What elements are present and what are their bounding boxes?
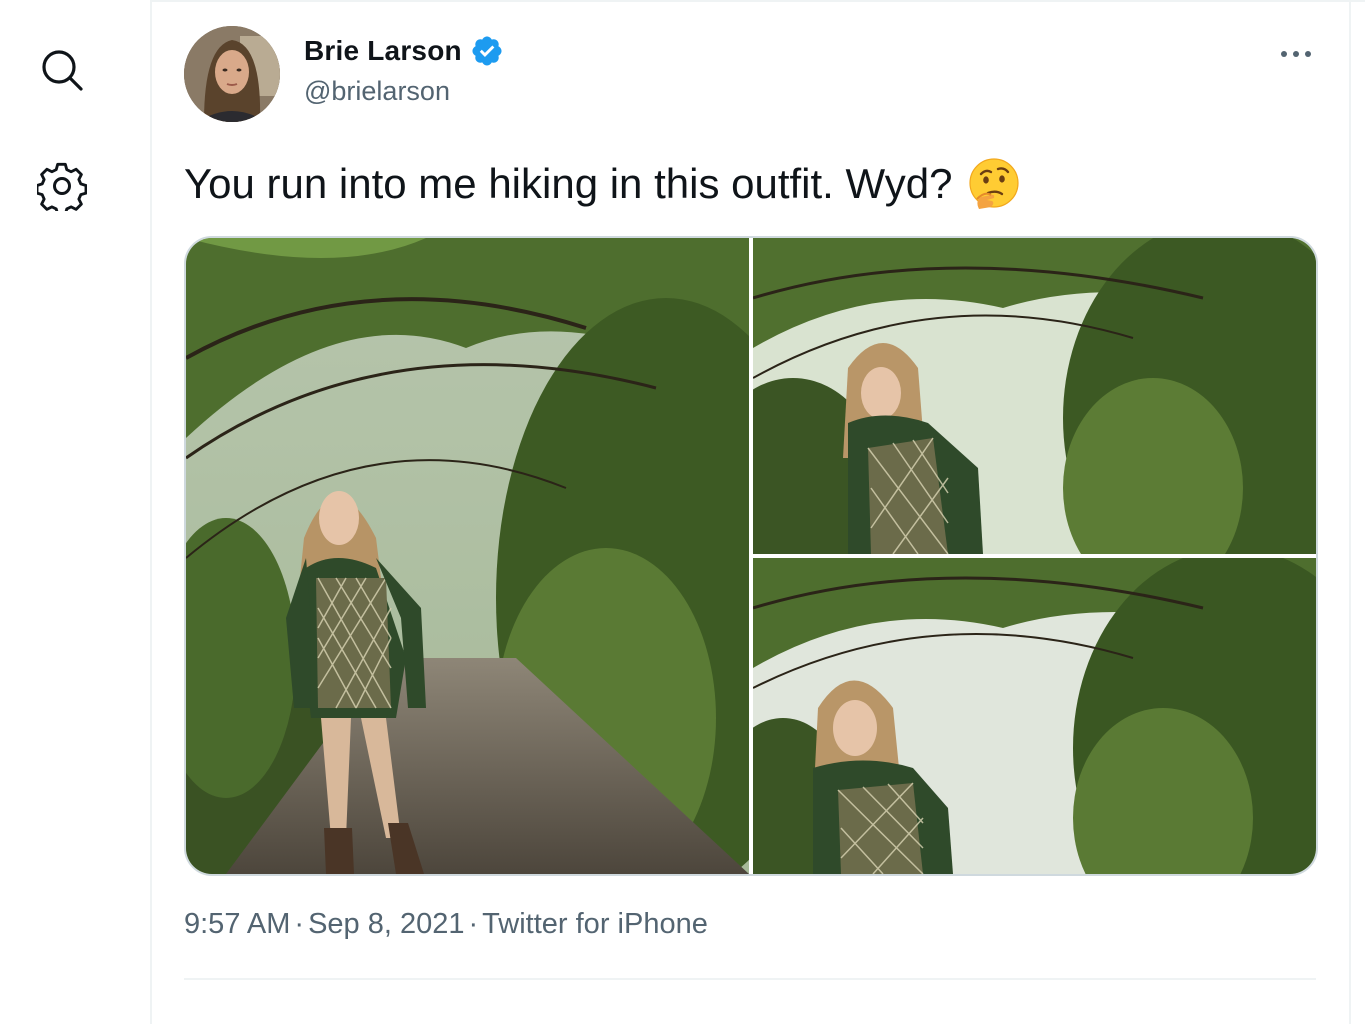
- tweet-text-body: You run into me hiking in this outfit. W…: [184, 160, 953, 207]
- verified-badge-icon: [472, 36, 502, 66]
- tweet-text: You run into me hiking in this outfit. W…: [184, 154, 1021, 214]
- meta-separator: ·: [468, 908, 479, 940]
- more-options-button[interactable]: [1276, 34, 1316, 74]
- author-display-name[interactable]: Brie Larson: [304, 35, 462, 67]
- search-icon: [42, 50, 83, 91]
- tweet-photo-3[interactable]: [753, 558, 1316, 874]
- media-grid: [184, 236, 1318, 876]
- right-divider: [1349, 0, 1351, 1024]
- author-handle[interactable]: @brielarson: [304, 76, 450, 107]
- author-name-row[interactable]: Brie Larson: [304, 34, 504, 68]
- meta-separator: ·: [294, 908, 305, 940]
- tweet-detail-page: Brie Larson @brielarson You run into me …: [0, 0, 1365, 1024]
- thinking-face-icon: [968, 158, 1019, 209]
- more-dots-icon: [1281, 51, 1311, 57]
- tweet-date[interactable]: Sep 8, 2021: [308, 908, 464, 940]
- tweet-photo-1[interactable]: [186, 238, 749, 874]
- tweet-meta: 9:57 AM · Sep 8, 2021 · Twitter for iPhone: [184, 908, 708, 941]
- avatar[interactable]: [184, 26, 280, 122]
- photo-1-image: [186, 238, 749, 874]
- photo-3-image: [753, 558, 1316, 874]
- tweet-photo-2[interactable]: [753, 238, 1316, 554]
- photo-2-image: [753, 238, 1316, 554]
- search-button[interactable]: [34, 42, 90, 98]
- stats-divider: [184, 978, 1316, 980]
- left-rail: [0, 0, 150, 1024]
- top-divider: [150, 0, 1365, 2]
- rail-divider: [150, 0, 152, 1024]
- tweet-time[interactable]: 9:57 AM: [184, 908, 290, 940]
- gear-icon: [37, 162, 87, 211]
- settings-button[interactable]: [34, 158, 90, 214]
- tweet-source[interactable]: Twitter for iPhone: [482, 908, 708, 940]
- avatar-image: [184, 26, 280, 122]
